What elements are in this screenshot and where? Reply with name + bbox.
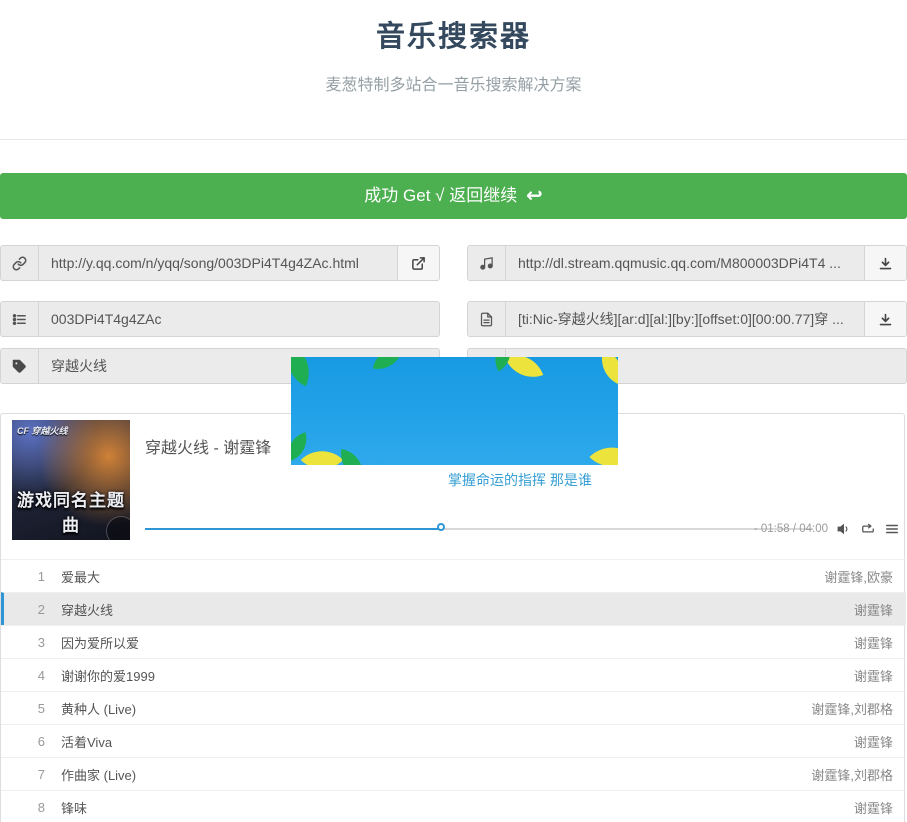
song-title: 谢谢你的爱1999 xyxy=(61,666,155,685)
success-banner-button[interactable]: 成功 Get √ 返回继续 ↩ xyxy=(0,173,907,219)
now-playing-title: 穿越火线 - 谢霆锋 xyxy=(145,434,271,458)
playlist-row[interactable]: 7 作曲家 (Live) 谢霆锋,刘郡格 xyxy=(1,757,906,790)
playlist-row[interactable]: 1 爱最大 谢霆锋,欧豪 xyxy=(1,559,906,592)
leaf-icon xyxy=(291,357,319,386)
cover-watermark xyxy=(106,516,130,540)
link-icon xyxy=(1,246,39,280)
song-number: 5 xyxy=(5,701,45,716)
volume-button[interactable] xyxy=(837,522,851,536)
progress-played xyxy=(145,528,443,530)
song-title: 黄种人 (Live) xyxy=(61,699,136,718)
song-artist: 谢霆锋,欧豪 xyxy=(824,567,906,586)
song-title: 锋味 xyxy=(61,798,87,817)
success-banner-label: 成功 Get √ 返回继续 xyxy=(364,186,517,205)
song-number: 7 xyxy=(5,767,45,782)
leaf-icon xyxy=(505,357,543,385)
song-title: 穿越火线 xyxy=(61,600,113,619)
download-lyric-button[interactable] xyxy=(864,302,906,336)
loop-button[interactable] xyxy=(860,522,876,536)
leaf-icon xyxy=(337,449,367,465)
playlist-row[interactable]: 2 穿越火线 谢霆锋 xyxy=(1,592,906,625)
song-number: 8 xyxy=(5,800,45,815)
song-number: 1 xyxy=(5,569,45,584)
song-title: 爱最大 xyxy=(61,567,100,586)
volume-icon xyxy=(837,522,851,536)
playlist: 1 爱最大 谢霆锋,欧豪 2 穿越火线 谢霆锋 3 因为爱所以爱 谢霆锋 4 谢… xyxy=(1,559,906,822)
list-ordered-icon xyxy=(1,302,39,336)
song-artist: 谢霆锋 xyxy=(854,633,906,652)
menu-icon xyxy=(885,522,899,536)
playlist-toggle-button[interactable] xyxy=(885,522,899,536)
stream-url-field[interactable]: http://dl.stream.qqmusic.qq.com/M800003D… xyxy=(506,246,864,280)
song-artist: 谢霆锋 xyxy=(854,600,906,619)
song-artist: 谢霆锋 xyxy=(854,798,906,817)
music-note-icon xyxy=(468,246,506,280)
progress-thumb[interactable] xyxy=(437,523,445,531)
lyric-line: 掌握命运的指挥 那是谁 xyxy=(145,470,895,490)
song-id-field[interactable]: 003DPi4T4g4ZAc xyxy=(39,302,439,336)
playlist-row[interactable]: 4 谢谢你的爱1999 谢霆锋 xyxy=(1,658,906,691)
song-artist: 谢霆锋 xyxy=(854,666,906,685)
song-number: 3 xyxy=(5,635,45,650)
song-artist: 谢霆锋,刘郡格 xyxy=(811,765,906,784)
playlist-row[interactable]: 8 锋味 谢霆锋 xyxy=(1,790,906,822)
playlist-row[interactable]: 3 因为爱所以爱 谢霆锋 xyxy=(1,625,906,658)
progress-bar[interactable] xyxy=(145,521,813,537)
download-icon xyxy=(878,312,893,327)
time-label: - 01:58 / 04:00 xyxy=(754,523,828,535)
header-divider xyxy=(0,139,907,140)
song-number: 2 xyxy=(5,602,45,617)
leaf-icon xyxy=(301,439,343,465)
song-title: 因为爱所以爱 xyxy=(61,633,139,652)
lyric-group: [ti:Nic-穿越火线][ar:d][al:][by:][offset:0][… xyxy=(467,301,907,337)
page-subtitle: 麦葱特制多站合一音乐搜索解决方案 xyxy=(0,71,907,95)
song-page-url-field[interactable]: http://y.qq.com/n/yqq/song/003DPi4T4g4ZA… xyxy=(39,246,397,280)
download-audio-button[interactable] xyxy=(864,246,906,280)
player-controls: - 01:58 / 04:00 xyxy=(754,521,899,537)
song-artist: 谢霆锋 xyxy=(854,732,906,751)
song-id-group: 003DPi4T4g4ZAc xyxy=(0,301,440,337)
leaf-icon xyxy=(589,434,618,465)
promo-image[interactable] xyxy=(291,357,618,465)
song-number: 4 xyxy=(5,668,45,683)
loop-icon xyxy=(860,522,876,536)
song-title: 活着Viva xyxy=(61,732,112,751)
lyric-field[interactable]: [ti:Nic-穿越火线][ar:d][al:][by:][offset:0][… xyxy=(506,302,864,336)
open-external-button[interactable] xyxy=(397,246,439,280)
leaf-icon xyxy=(373,357,403,373)
file-text-icon xyxy=(468,302,506,336)
album-cover[interactable]: CF 穿越火线 游戏同名主题曲 xyxy=(12,420,130,540)
cover-logo: CF 穿越火线 xyxy=(17,424,68,437)
stream-url-group: http://dl.stream.qqmusic.qq.com/M800003D… xyxy=(467,245,907,281)
music-search-page: 音乐搜索器 麦葱特制多站合一音乐搜索解决方案 成功 Get √ 返回继续 ↩ h… xyxy=(0,0,907,822)
song-artist: 谢霆锋,刘郡格 xyxy=(811,699,906,718)
reply-arrow-icon: ↩ xyxy=(526,185,543,207)
song-title: 作曲家 (Live) xyxy=(61,765,136,784)
leaf-icon xyxy=(594,357,618,385)
song-page-url-group: http://y.qq.com/n/yqq/song/003DPi4T4g4ZA… xyxy=(0,245,440,281)
tag-icon xyxy=(1,349,39,383)
external-link-icon xyxy=(411,256,426,271)
playlist-row[interactable]: 5 黄种人 (Live) 谢霆锋,刘郡格 xyxy=(1,691,906,724)
page-title: 音乐搜索器 xyxy=(0,13,907,55)
download-icon xyxy=(878,256,893,271)
playlist-row[interactable]: 6 活着Viva 谢霆锋 xyxy=(1,724,906,757)
song-number: 6 xyxy=(5,734,45,749)
